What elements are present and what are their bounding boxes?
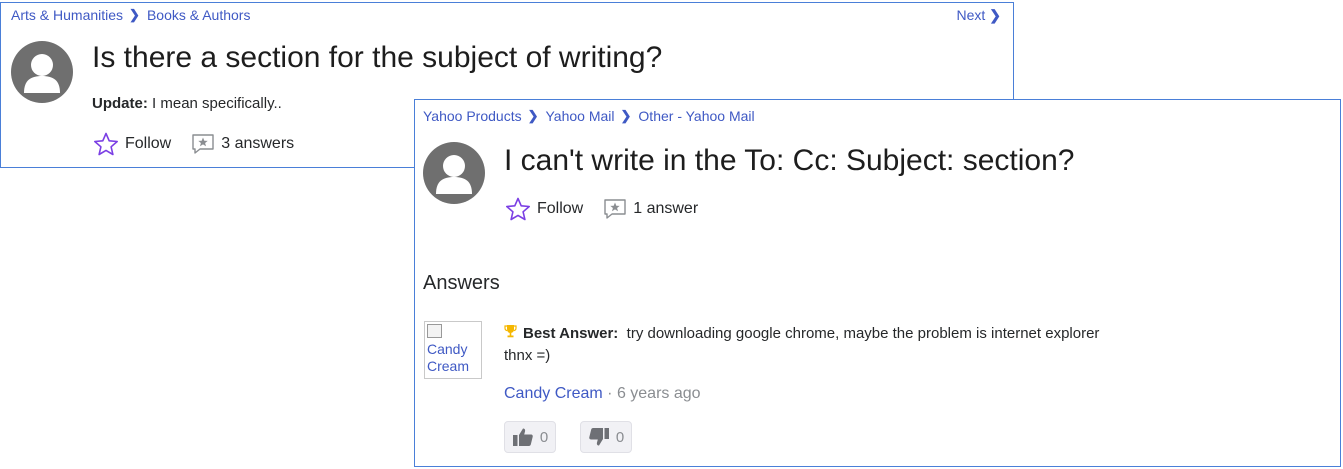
avatar-icon xyxy=(436,155,472,194)
trophy-icon xyxy=(504,323,517,345)
meta-separator: · xyxy=(607,385,613,402)
breadcrumb: Arts & Humanities ❯ Books & Authors xyxy=(11,7,250,23)
best-answer-text-line2: thnx =) xyxy=(504,347,551,364)
avatar[interactable] xyxy=(11,41,73,103)
breadcrumb-other-yahoo-mail[interactable]: Other - Yahoo Mail xyxy=(638,108,754,124)
best-answer-label: Best Answer: xyxy=(523,325,619,342)
thumbs-up-count: 0 xyxy=(539,428,549,446)
star-outline-icon xyxy=(93,132,119,156)
star-outline-icon xyxy=(505,197,531,221)
next-link[interactable]: Next ❯ xyxy=(956,7,1001,24)
follow-label: Follow xyxy=(125,135,172,152)
breadcrumb-books-authors[interactable]: Books & Authors xyxy=(147,7,251,23)
breadcrumb-arts-humanities[interactable]: Arts & Humanities xyxy=(11,7,123,23)
avatar-alt-text: Candy Cream xyxy=(427,341,470,374)
thumbs-up-button[interactable]: 0 xyxy=(504,421,556,453)
update-label: Update: xyxy=(92,95,148,112)
answers-count[interactable]: 3 answers xyxy=(191,133,294,155)
thumbs-down-button[interactable]: 0 xyxy=(580,421,632,453)
answers-count-label: 1 answer xyxy=(633,200,699,217)
answerer-avatar-broken-image[interactable]: Candy Cream xyxy=(424,321,482,379)
chevron-right-icon: ❯ xyxy=(989,7,1001,23)
chevron-right-icon: ❯ xyxy=(129,7,140,22)
best-answer-text: try downloading google chrome, maybe the… xyxy=(626,325,1100,342)
avatar[interactable] xyxy=(423,142,485,204)
chevron-right-icon: ❯ xyxy=(620,108,632,123)
answer-votes: 0 0 xyxy=(504,421,656,453)
page-title: I can't write in the To: Cc: Subject: se… xyxy=(504,144,1075,177)
avatar-icon xyxy=(24,54,60,93)
update-text: I mean specifically.. xyxy=(152,95,282,112)
answers-count[interactable]: 1 answer xyxy=(603,198,698,220)
question-actions: Follow 1 answer xyxy=(505,197,718,221)
question-actions: Follow 3 answers xyxy=(93,132,314,156)
follow-button[interactable]: Follow xyxy=(505,197,583,221)
answers-count-label: 3 answers xyxy=(221,135,295,152)
page-title: Is there a section for the subject of wr… xyxy=(92,41,663,74)
question-card-yahoo-mail: Yahoo Products ❯ Yahoo Mail ❯ Other - Ya… xyxy=(414,99,1341,467)
next-label: Next xyxy=(956,7,986,23)
breadcrumb-yahoo-products[interactable]: Yahoo Products xyxy=(423,108,522,124)
answer-author-link[interactable]: Candy Cream xyxy=(504,385,603,402)
chevron-right-icon: ❯ xyxy=(527,108,539,123)
best-answer: Best Answer: try downloading google chro… xyxy=(504,323,1099,367)
thumbs-down-icon xyxy=(589,428,609,446)
answers-heading: Answers xyxy=(423,272,500,294)
follow-label: Follow xyxy=(537,200,584,217)
thumbs-down-count: 0 xyxy=(615,428,625,446)
broken-image-icon xyxy=(427,324,442,338)
answer-meta: Candy Cream · 6 years ago xyxy=(504,385,701,403)
breadcrumb-yahoo-mail[interactable]: Yahoo Mail xyxy=(546,108,615,124)
breadcrumb: Yahoo Products ❯ Yahoo Mail ❯ Other - Ya… xyxy=(423,108,755,124)
thumbs-up-icon xyxy=(512,428,533,446)
answer-bubble-icon xyxy=(192,134,214,154)
answer-timestamp: 6 years ago xyxy=(616,385,701,402)
follow-button[interactable]: Follow xyxy=(93,132,171,156)
question-update: Update: I mean specifically.. xyxy=(92,95,282,112)
answer-bubble-icon xyxy=(604,199,626,219)
